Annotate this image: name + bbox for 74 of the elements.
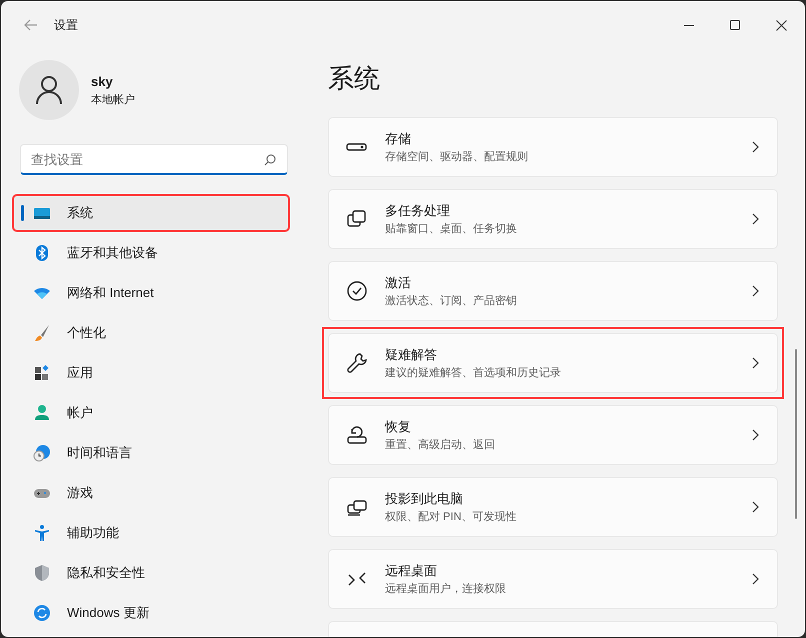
card-description: 权限、配对 PIN、可发现性: [385, 510, 518, 524]
card-title: 存储: [385, 130, 412, 148]
sidebar-item[interactable]: 辅助功能: [13, 515, 289, 551]
card-title: 激活: [385, 274, 412, 292]
settings-card[interactable]: 疑难解答 建议的疑难解答、首选项和历史记录: [328, 333, 778, 393]
sidebar-item[interactable]: 网络和 Internet: [13, 275, 289, 311]
chevron-right-icon: [752, 573, 759, 585]
card-description: 建议的疑难解答、首选项和历史记录: [385, 366, 562, 380]
card-description: 远程桌面用户，连接权限: [385, 582, 507, 596]
sidebar-label: 系统: [67, 204, 93, 222]
chevron-right-icon: [752, 285, 759, 297]
sidebar-item[interactable]: 帐户: [13, 395, 289, 431]
search-field[interactable]: 查找设置: [20, 144, 288, 175]
card-title: 多任务处理: [385, 202, 451, 220]
sidebar-label: 帐户: [67, 404, 93, 422]
chevron-right-icon: [752, 357, 759, 369]
settings-card[interactable]: 投影到此电脑 权限、配对 PIN、可发现性: [328, 477, 778, 537]
sidebar-item[interactable]: 应用: [13, 355, 289, 391]
account-type: 本地帐户: [91, 92, 135, 108]
recovery-icon: [346, 424, 368, 446]
card-title: 远程桌面: [385, 562, 438, 580]
back-arrow-icon: [24, 19, 38, 31]
sidebar-label: 辅助功能: [67, 524, 119, 542]
search-icon: [264, 154, 276, 166]
settings-card[interactable]: 恢复 重置、高级启动、返回: [328, 405, 778, 465]
scrollbar[interactable]: [795, 349, 797, 519]
sidebar-label: 时间和语言: [67, 444, 132, 462]
check-circle-icon: [346, 280, 368, 302]
person-icon: [33, 404, 51, 422]
card-title: 投影到此电脑: [385, 490, 464, 508]
settings-card[interactable]: 激活 激活状态、订阅、产品密钥: [328, 261, 778, 321]
sidebar-item[interactable]: 隐私和安全性: [13, 555, 289, 591]
settings-card[interactable]: 远程桌面 远程桌面用户，连接权限: [328, 549, 778, 609]
sidebar-label: 网络和 Internet: [67, 284, 154, 302]
sidebar-label: Windows 更新: [67, 604, 150, 622]
sidebar-item[interactable]: 游戏: [13, 475, 289, 511]
sidebar-item[interactable]: 时间和语言: [13, 435, 289, 471]
update-icon: [33, 604, 51, 622]
page-title: 系统: [328, 65, 381, 91]
chevron-right-icon: [752, 213, 759, 225]
selection-indicator: [21, 205, 24, 221]
card-description: 重置、高级启动、返回: [385, 438, 496, 452]
sidebar-label: 隐私和安全性: [67, 564, 145, 582]
apps-icon: [33, 364, 51, 382]
card-description: 激活状态、订阅、产品密钥: [385, 294, 518, 308]
sidebar-item[interactable]: 蓝牙和其他设备: [13, 235, 289, 271]
accessibility-icon: [33, 524, 51, 542]
close-icon: [776, 20, 786, 30]
account-name: sky: [91, 73, 114, 91]
sidebar-label: 应用: [67, 364, 93, 382]
settings-card[interactable]: 多任务处理 贴靠窗口、桌面、任务切换: [328, 189, 778, 249]
card-description: 贴靠窗口、桌面、任务切换: [385, 222, 518, 236]
chevron-right-icon: [752, 141, 759, 153]
chevron-right-icon: [752, 429, 759, 441]
globe-clock-icon: [33, 444, 51, 462]
card-title: 恢复: [385, 418, 412, 436]
maximize-icon: [730, 20, 740, 30]
sidebar-label: 游戏: [67, 484, 93, 502]
window-title: 设置: [54, 17, 78, 34]
sidebar-label: 个性化: [67, 324, 106, 342]
person-icon: [35, 75, 63, 105]
wrench-icon: [346, 352, 368, 374]
sidebar-item[interactable]: 个性化: [13, 315, 289, 351]
card-description: 存储空间、驱动器、配置规则: [385, 150, 529, 164]
card-title: 疑难解答: [385, 346, 438, 364]
sidebar-label: 蓝牙和其他设备: [67, 244, 158, 262]
shield-icon: [33, 564, 51, 582]
settings-card[interactable]: 存储 存储空间、驱动器、配置规则: [328, 117, 778, 177]
bluetooth-icon: [33, 244, 51, 262]
chevron-right-icon: [752, 501, 759, 513]
brush-icon: [33, 324, 51, 342]
minimize-icon: [684, 24, 694, 26]
sidebar-item[interactable]: 系统: [13, 195, 289, 231]
sidebar-item[interactable]: Windows 更新: [13, 595, 289, 631]
